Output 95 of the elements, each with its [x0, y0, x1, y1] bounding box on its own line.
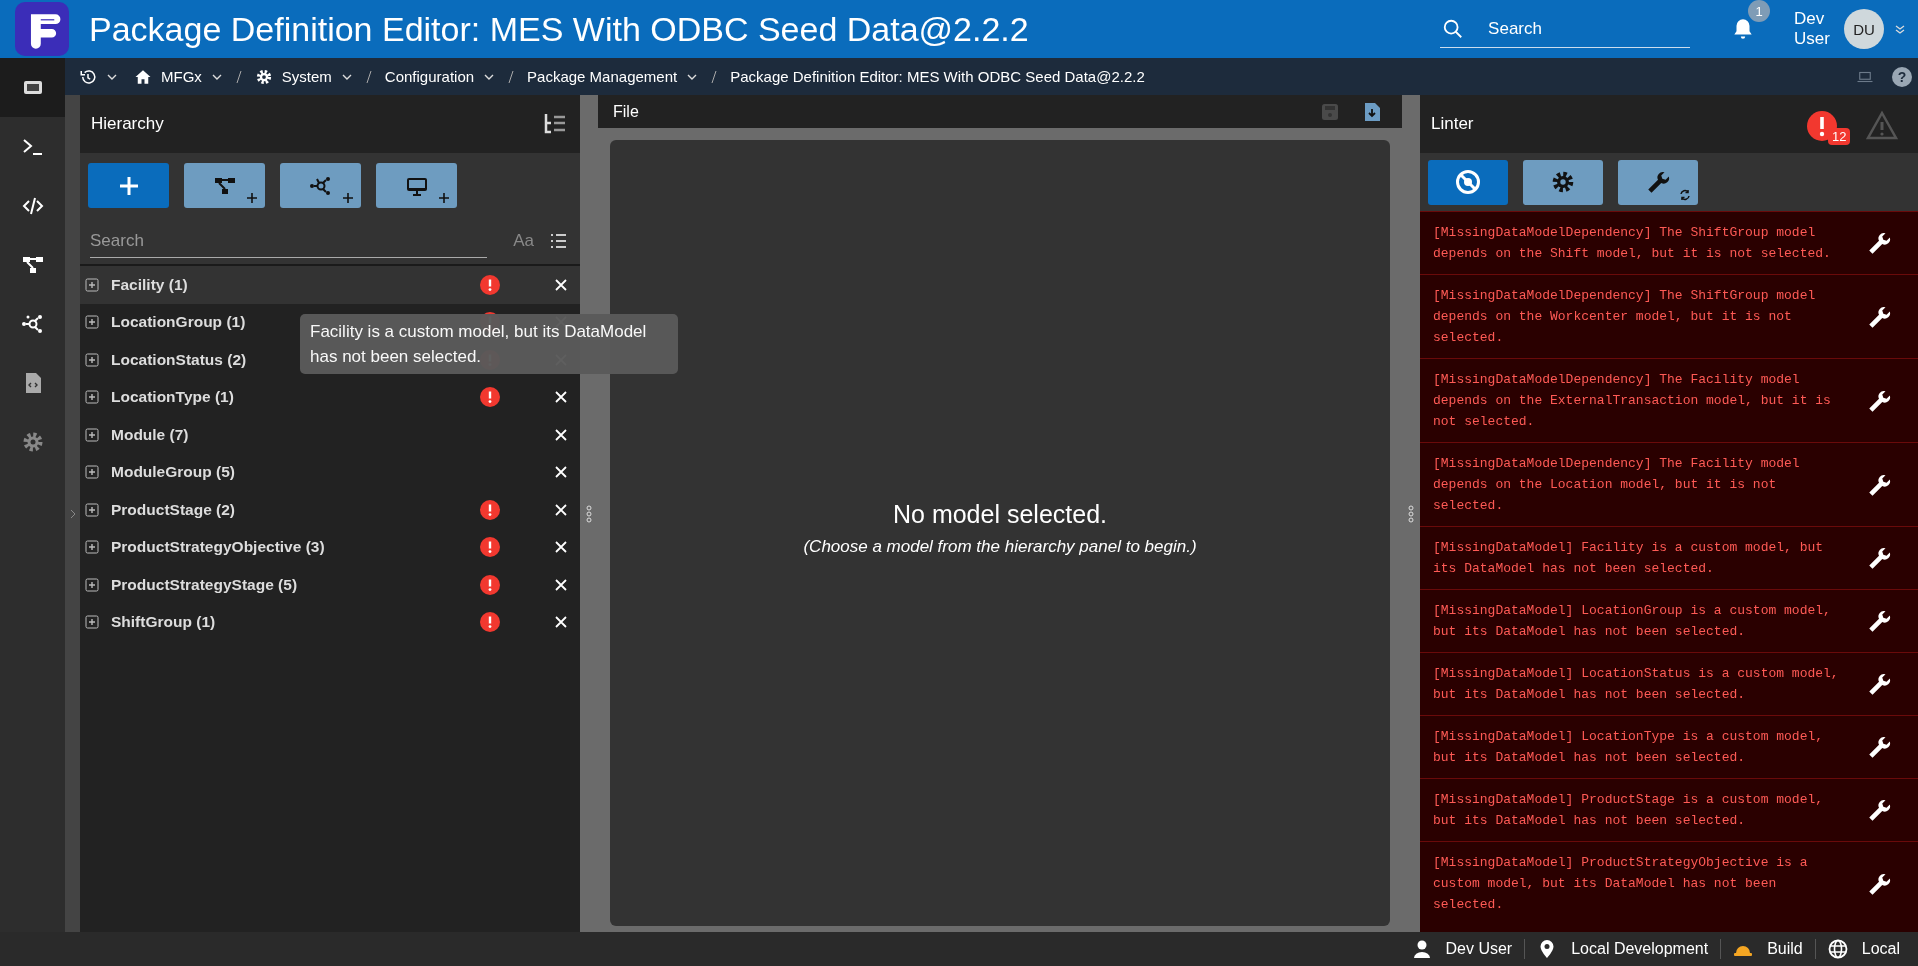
search-field[interactable]: Search	[90, 224, 488, 258]
add-button[interactable]	[184, 163, 265, 208]
toggle-button[interactable]	[1523, 159, 1603, 205]
history-icon[interactable]	[79, 67, 97, 86]
add-button[interactable]	[376, 163, 457, 208]
plus-icon	[342, 192, 354, 204]
drag-handle-icon[interactable]	[586, 504, 592, 523]
slash-icon	[234, 68, 243, 85]
toggle-button[interactable]	[1428, 159, 1508, 205]
notification-count: 1	[1748, 0, 1771, 22]
tree-row[interactable]: ProductStrategyObjective (3)	[80, 528, 580, 566]
settings-icon	[254, 67, 273, 86]
drag-handle-icon[interactable]	[1408, 504, 1414, 523]
help-button[interactable]: ?	[1892, 66, 1912, 87]
logo-icon[interactable]	[15, 2, 69, 56]
file-menu[interactable]: File	[613, 102, 639, 121]
lint-message: [MissingDataModel] LocationType is a custom model, but its DataModel has not been selected.	[1433, 728, 1825, 767]
expand-icon[interactable]	[85, 615, 99, 630]
refresh-icon	[1679, 188, 1691, 201]
lint-message: [MissingDataModelDependency] The Facility model depends on the ExternalTransaction model, but it is not selected.	[1433, 371, 1832, 431]
user-name: Dev User	[1794, 9, 1830, 49]
settings-icon	[1550, 169, 1576, 195]
tree-row[interactable]: ProductStrategyStage (5)	[80, 566, 580, 604]
plus-icon	[246, 192, 258, 204]
expand-icon[interactable]	[85, 315, 99, 330]
wrench-icon[interactable]	[1866, 734, 1892, 760]
slash-icon	[507, 68, 516, 85]
close-icon[interactable]	[554, 277, 568, 292]
wrench-icon[interactable]	[1866, 797, 1892, 823]
page-title: Package Definition Editor: MES With ODBC Seed Data@2.2.2	[89, 9, 1030, 49]
toggle-button[interactable]	[1618, 159, 1698, 205]
breadcrumb-link[interactable]: Package Definition Editor: MES With ODBC Seed Data@2.2.2	[730, 68, 1145, 85]
file-download-icon[interactable]	[1362, 101, 1382, 122]
lint-message: [MissingDataModelDependency] The Facility model depends on the Location model, but it is not selected.	[1433, 455, 1801, 515]
empty-hint: (Choose a model from the hierarchy panel to begin.)	[803, 536, 1197, 557]
status-label: Dev User	[1445, 940, 1513, 958]
status-label: Local	[1861, 940, 1900, 958]
tree-row[interactable]: LocationType (1)	[80, 378, 580, 416]
chevron-down-icon[interactable]	[1894, 23, 1906, 35]
wrench-icon[interactable]	[1866, 230, 1892, 256]
match-case-toggle[interactable]: Aa	[513, 231, 534, 251]
search-icon	[1442, 17, 1465, 40]
tree-row[interactable]: ShiftGroup (1)	[80, 603, 580, 641]
close-icon[interactable]	[554, 427, 568, 442]
slash-icon	[364, 68, 373, 85]
wrench-icon[interactable]	[1866, 608, 1892, 634]
list-icon[interactable]	[548, 231, 568, 251]
expand-icon[interactable]	[85, 577, 99, 592]
tree-row[interactable]: ModuleGroup (5)	[80, 453, 580, 491]
slash-icon	[710, 68, 719, 85]
expand-icon[interactable]	[85, 427, 99, 442]
wrench-icon[interactable]	[1866, 671, 1892, 697]
tree-row[interactable]: ProductStage (2)	[80, 491, 580, 529]
close-icon[interactable]	[554, 502, 568, 517]
lint-message: [MissingDataModel] ProductStrategyObjective is a custom model, but its DataModel has not been selected.	[1433, 854, 1809, 914]
breadcrumb-link[interactable]: System	[281, 68, 332, 85]
empty-message: No model selected.	[893, 499, 1107, 529]
search-field[interactable]: Search	[1440, 10, 1691, 48]
globe-icon	[1827, 939, 1848, 959]
expand-icon[interactable]	[85, 277, 99, 292]
close-icon[interactable]	[554, 465, 568, 480]
status-label: Local Development	[1571, 940, 1709, 958]
lint-message: [MissingDataModel] ProductStage is a custom model, but its DataModel has not been selected.	[1433, 791, 1825, 830]
panel-title: Linter	[1431, 114, 1474, 134]
panel-title: Hierarchy	[91, 114, 164, 134]
tree-row[interactable]: Module (7)	[80, 416, 580, 454]
tooltip: Facility is a custom model, but its DataModel has not been selected.	[300, 314, 678, 374]
lint-message: [MissingDataModel] LocationStatus is a custom model, but its DataModel has not been selected.	[1433, 665, 1840, 704]
wrench-icon	[1645, 169, 1671, 195]
close-icon[interactable]	[554, 540, 568, 555]
close-icon[interactable]	[554, 615, 568, 630]
expand-icon[interactable]	[85, 540, 99, 555]
close-icon[interactable]	[554, 390, 568, 405]
close-icon[interactable]	[554, 577, 568, 592]
rail-item[interactable]	[0, 58, 65, 117]
lint-message: [MissingDataModelDependency] The ShiftGroup model depends on the Workcenter model, but it is not selected.	[1433, 287, 1817, 347]
lint-message: [MissingDataModel] LocationGroup is a custom model, but its DataModel has not been selected.	[1433, 602, 1832, 641]
expand-icon[interactable]	[85, 352, 99, 367]
user-avatar[interactable]: DU	[1844, 9, 1884, 49]
status-label: Build	[1767, 940, 1803, 958]
expand-icon[interactable]	[85, 465, 99, 480]
lint-message: [MissingDataModelDependency] The ShiftGroup model depends on the Shift model, but it is not selected.	[1433, 224, 1832, 263]
breadcrumb-link[interactable]: Package Management	[527, 68, 678, 85]
wrench-icon[interactable]	[1866, 545, 1892, 571]
add-button[interactable]	[280, 163, 361, 208]
expand-icon[interactable]	[85, 502, 99, 517]
error-count: 12	[1828, 128, 1851, 145]
expand-icon[interactable]	[85, 390, 99, 405]
blocked-icon	[1455, 169, 1481, 195]
lint-message: [MissingDataModel] Facility is a custom model, but its DataModel has not been selected.	[1433, 539, 1825, 578]
person-icon	[1411, 939, 1432, 959]
plus-icon	[438, 192, 450, 204]
breadcrumb-link[interactable]: MFGx	[161, 68, 202, 85]
tree-row[interactable]: Facility (1)	[80, 266, 580, 304]
breadcrumb-link[interactable]: Configuration	[384, 68, 475, 85]
